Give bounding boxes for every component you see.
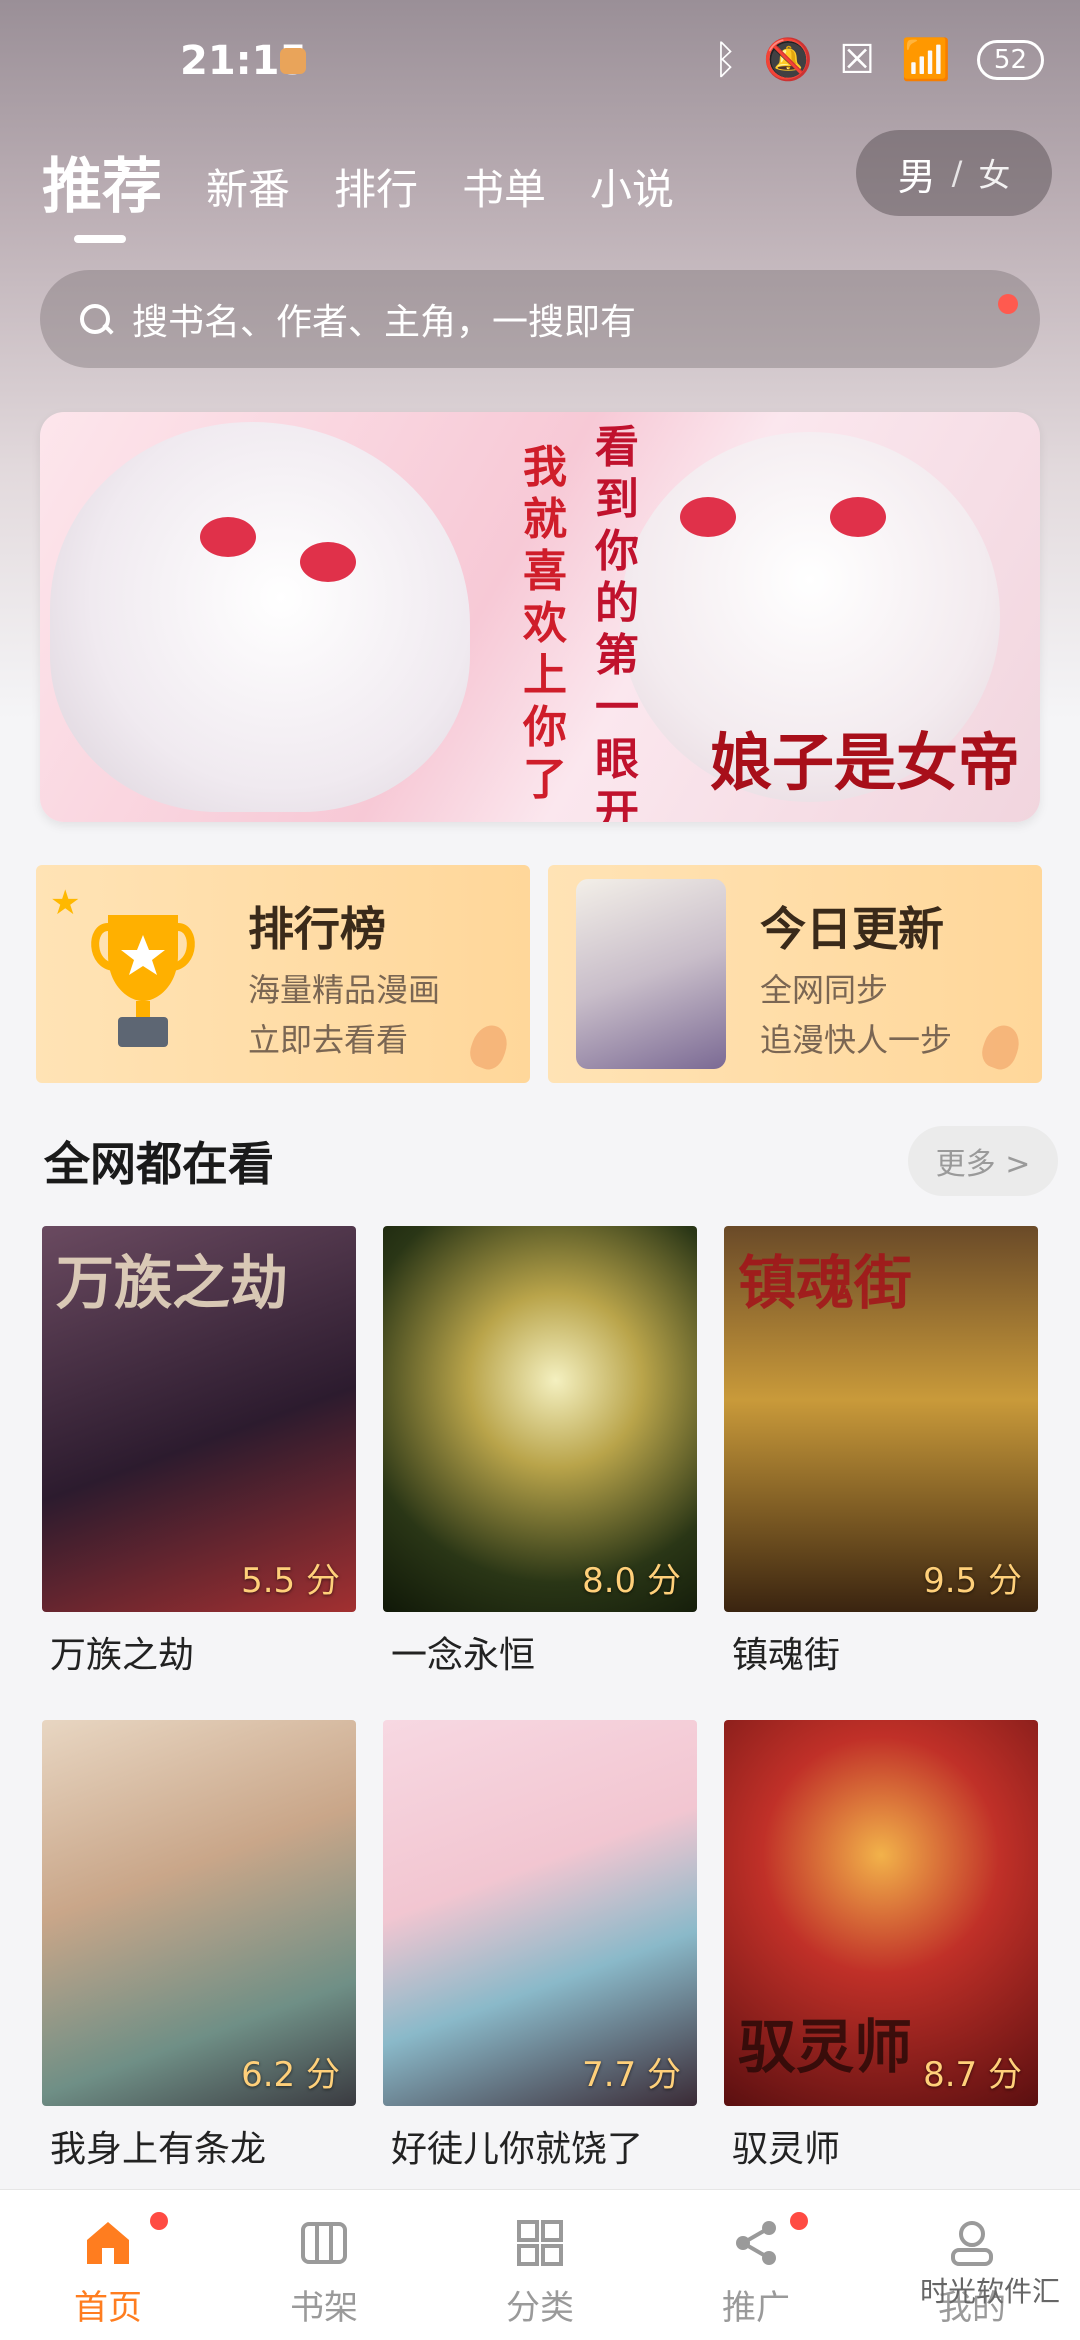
nav-label: 推广: [722, 2288, 790, 2328]
nav-bookshelf[interactable]: 书架: [216, 2190, 432, 2340]
today-update-title: 今日更新: [760, 902, 944, 956]
eye-right-2: [830, 497, 886, 537]
search-placeholder: 搜书名、作者、主角，一搜即有: [132, 302, 637, 343]
category-icon: [517, 2220, 563, 2266]
status-icons: ᛒ 🔕 ☒ 📶 52: [713, 36, 1044, 83]
trophy-icon: [91, 915, 195, 1047]
comic-score: 5.5 分: [241, 1561, 340, 1601]
nav-home[interactable]: 首页: [0, 2190, 216, 2340]
tab-ranking[interactable]: 排行: [334, 156, 418, 235]
today-update-cover: [576, 879, 726, 1069]
watermark: 时光软件汇: [919, 2275, 1060, 2308]
tab-new[interactable]: 新番: [206, 156, 290, 235]
eye-right: [300, 542, 356, 582]
comic-card[interactable]: 万族之劫 5.5 分 万族之劫: [42, 1226, 356, 1678]
ranking-cta: 立即去看看: [248, 1021, 409, 1059]
bookshelf-icon: [301, 2222, 347, 2264]
bottom-nav: 首页 书架 分类 推广 我的: [0, 2189, 1080, 2340]
section-title: 全网都在看: [44, 1137, 274, 1191]
comic-title: 我身上有条龙: [50, 2129, 267, 2170]
comic-title: 好徒儿你就饶了: [391, 2129, 644, 2170]
notification-dot: [790, 2212, 808, 2230]
wifi-icon: 📶: [901, 37, 951, 83]
top-tabs: 推荐 新番 排行 书单 小说: [42, 125, 674, 243]
banner-character-left: [50, 422, 470, 812]
mute-icon: 🔕: [763, 37, 814, 83]
gender-male[interactable]: 男: [898, 146, 936, 201]
banner-carousel[interactable]: 我就喜欢上你了 看到你的第一眼开始 娘子是女帝: [40, 412, 1040, 822]
tab-recommend[interactable]: 推荐: [42, 138, 162, 243]
today-update-entry[interactable]: 今日更新 全网同步 追漫快人一步: [548, 865, 1042, 1083]
comic-card[interactable]: 驭灵师 8.7 分 驭灵师: [724, 1720, 1038, 2172]
ranking-title: 排行榜: [248, 902, 386, 956]
ranking-subtitle: 海量精品漫画: [248, 971, 441, 1009]
star-icon: ★: [50, 883, 81, 923]
nav-label: 书架: [290, 2288, 358, 2328]
nav-category[interactable]: 分类: [432, 2190, 648, 2340]
comic-cover: 7.7 分: [383, 1720, 697, 2106]
flame-decoration: [977, 1020, 1025, 1074]
comic-title: 驭灵师: [732, 2129, 841, 2170]
gender-separator: /: [951, 154, 963, 192]
eye-left: [200, 517, 256, 557]
banner-logo: 娘子是女帝: [709, 726, 1020, 799]
search-icon: [80, 304, 110, 334]
cover-title-art: 镇魂街: [738, 1249, 913, 1317]
comic-title: 万族之劫: [50, 1635, 195, 1676]
home-icon: [87, 2222, 129, 2264]
comic-card[interactable]: 6.2 分 我身上有条龙: [42, 1720, 356, 2172]
nav-label: 分类: [506, 2288, 574, 2328]
comic-title: 镇魂街: [732, 1635, 841, 1676]
comic-score: 8.7 分: [923, 2055, 1022, 2095]
status-bar: 21:15 ᛒ 🔕 ☒ 📶 52: [0, 0, 1080, 120]
ranking-entry[interactable]: ★ 排行榜 海量精品漫画 立即去看看: [36, 865, 530, 1083]
comic-card[interactable]: 8.0 分 一念永恒: [383, 1226, 697, 1678]
cover-title-art: 驭灵师: [738, 2013, 913, 2081]
comic-card[interactable]: 镇魂街 9.5 分 镇魂街: [724, 1226, 1038, 1678]
today-update-cta: 追漫快人一步: [760, 1021, 953, 1059]
comic-score: 9.5 分: [923, 1561, 1022, 1601]
comic-cover: 镇魂街 9.5 分: [724, 1226, 1038, 1612]
nav-profile[interactable]: 我的: [864, 2190, 1080, 2340]
battery-icon: 52: [976, 39, 1044, 80]
shield-icon: [280, 48, 306, 74]
banner-text-right: 看到你的第一眼开始: [595, 422, 639, 822]
comic-score: 7.7 分: [582, 2055, 681, 2095]
more-button[interactable]: 更多 >: [908, 1126, 1058, 1196]
comic-cover: 驭灵师 8.7 分: [724, 1720, 1038, 2106]
share-icon: [736, 2221, 776, 2265]
notification-dot: [998, 294, 1018, 314]
nav-promote[interactable]: 推广: [648, 2190, 864, 2340]
notification-dot: [150, 2212, 168, 2230]
today-update-subtitle: 全网同步: [760, 971, 889, 1009]
nav-label: 首页: [74, 2288, 142, 2328]
search-bar[interactable]: 搜书名、作者、主角，一搜即有: [40, 270, 1040, 368]
tab-booklist[interactable]: 书单: [462, 156, 546, 235]
gender-female[interactable]: 女: [978, 150, 1010, 196]
comic-score: 6.2 分: [241, 2055, 340, 2095]
gender-toggle[interactable]: 男 / 女: [856, 130, 1052, 216]
user-icon: [951, 2221, 993, 2266]
comic-title: 一念永恒: [391, 1635, 536, 1676]
sim-icon: ☒: [839, 36, 876, 83]
comic-card[interactable]: 7.7 分 好徒儿你就饶了: [383, 1720, 697, 2172]
banner-text-left: 我就喜欢上你了: [523, 442, 567, 805]
bluetooth-icon: ᛒ: [713, 36, 738, 83]
flame-decoration: [465, 1020, 513, 1074]
tab-novel[interactable]: 小说: [590, 156, 674, 235]
comic-cover: 6.2 分: [42, 1720, 356, 2106]
comic-score: 8.0 分: [582, 1561, 681, 1601]
cover-title-art: 万族之劫: [56, 1249, 289, 1317]
comic-cover: 8.0 分: [383, 1226, 697, 1612]
eye-left-2: [680, 497, 736, 537]
comic-cover: 万族之劫 5.5 分: [42, 1226, 356, 1612]
